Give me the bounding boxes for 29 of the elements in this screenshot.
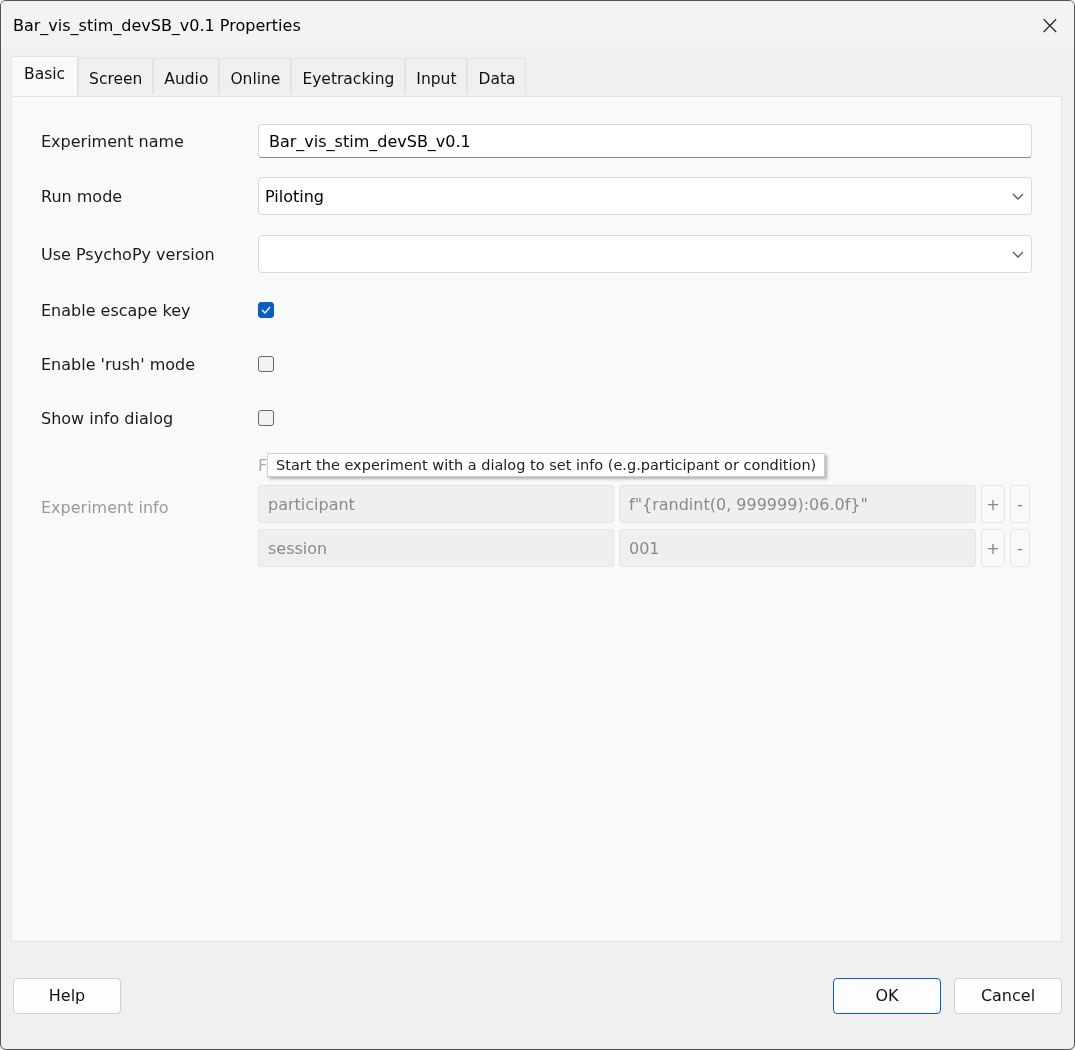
tab[interactable]: Audio [153,58,220,94]
field-label: Run mode [41,186,124,206]
field-label: Enable escape key [41,300,192,320]
field-label: Experiment name [41,131,185,151]
tab[interactable]: Online [219,58,292,94]
ok-button[interactable]: OK [833,977,941,1014]
tab[interactable]: Basic [11,56,79,96]
checkbox[interactable] [258,410,274,426]
field-label: Experiment info [41,498,170,517]
dropdown[interactable]: Piloting [258,177,1032,215]
tab[interactable]: Input [405,58,468,94]
field-label: Show info dialog [41,408,175,428]
checkbox[interactable] [258,302,274,318]
checkmark-icon [261,306,271,314]
chevron-down-icon [1011,191,1025,201]
field-label: F [258,455,268,475]
window-title: Bar_vis_stim_devSB_v0.1 Properties [13,15,301,35]
input-field[interactable]: Bar_vis_stim_devSB_v0.1 [258,124,1032,158]
field-label: Use PsychoPy version [41,244,216,264]
close-button[interactable]: × [1026,1,1074,49]
field-label: Enable 'rush' mode [41,354,197,374]
checkbox[interactable] [258,356,274,372]
chevron-down-icon [1011,249,1025,259]
cancel-button[interactable]: Cancel [954,977,1062,1014]
tooltip: Start the experiment with a dialog to set info (e.g.participant or condition) [267,453,826,477]
tab[interactable]: Data [467,58,527,94]
tab[interactable]: Eyetracking [291,58,406,94]
tab[interactable]: Screen [78,58,154,94]
help-button[interactable]: Help [13,977,121,1014]
